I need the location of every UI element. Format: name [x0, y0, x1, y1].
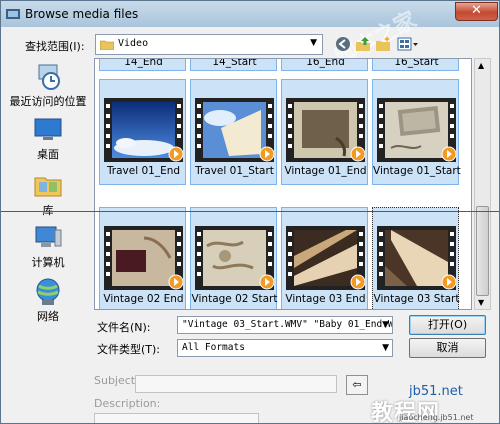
places-bar: 最近访问的位置 桌面 库 计算机 网络 [4, 58, 92, 333]
chevron-down-icon: ▼ [382, 343, 389, 353]
place-label: 网络 [37, 310, 59, 323]
place-desktop[interactable]: 桌面 [4, 116, 92, 162]
description-field[interactable] [94, 413, 259, 423]
subject-field[interactable] [135, 375, 337, 393]
place-computer[interactable]: 计算机 [4, 224, 92, 270]
file-tile[interactable]: 14_End [99, 59, 186, 71]
filetype-select[interactable]: All Formats ▼ [177, 339, 393, 357]
place-label: 库 [4, 202, 92, 218]
window-title: Browse media files [25, 7, 139, 21]
network-icon [36, 278, 60, 305]
file-tile[interactable]: Vintage 02 End [99, 207, 186, 309]
lookin-dropdown[interactable]: Video ▼ [95, 34, 323, 55]
app-icon [6, 9, 20, 19]
browse-media-dialog: Browse media files ✕ 脚本之家 查找范围(I): Video… [0, 0, 500, 424]
video-thumbnail [286, 98, 365, 162]
place-label: 桌面 [37, 148, 59, 161]
filetype-label: 文件类型(T): [97, 343, 161, 356]
file-name: Vintage 03 Start [373, 293, 460, 305]
recent-places-icon [38, 64, 60, 90]
place-label: 计算机 [31, 256, 65, 269]
guide-line [1, 211, 499, 212]
back-icon[interactable] [335, 36, 351, 52]
place-network[interactable]: 网络 [4, 276, 92, 324]
filename-field[interactable]: "Vintage 03_Start.WMV" "Baby 01_End.W ▼ [177, 316, 393, 334]
title-bar[interactable]: Browse media files ✕ [1, 1, 499, 27]
chevron-down-icon[interactable]: ▼ [382, 317, 389, 333]
file-name: Vintage 03 End [285, 293, 366, 305]
file-name: Vintage 02 End [103, 293, 184, 305]
close-button[interactable]: ✕ [455, 2, 498, 21]
subject-label: Subject: [94, 374, 139, 387]
chevron-down-icon: ▼ [310, 38, 317, 48]
file-tile[interactable]: Vintage 01_Start [372, 79, 461, 185]
file-name: Travel 01_Start [195, 165, 274, 177]
video-thumbnail [104, 98, 183, 162]
file-tile[interactable]: Travel 01_End [99, 79, 186, 185]
computer-icon [35, 226, 62, 247]
filename-label: 文件名(N): [97, 321, 151, 334]
new-folder-icon[interactable] [375, 36, 391, 52]
file-name: Travel 01_End [106, 165, 181, 177]
file-tile[interactable]: 14_Start [190, 59, 277, 71]
close-icon: ✕ [471, 3, 482, 18]
folder-icon [100, 40, 114, 50]
file-tile[interactable]: 16_Start [372, 59, 459, 71]
arrow-left-icon: ⇦ [352, 378, 362, 391]
filetype-value: All Formats [182, 342, 245, 353]
place-recent[interactable]: 最近访问的位置 [4, 61, 92, 109]
vertical-scrollbar[interactable]: ▲ ▼ [474, 58, 491, 310]
lookin-label: 查找范围(I): [25, 40, 85, 53]
video-thumbnail [377, 226, 456, 290]
file-tile[interactable]: 16_End [281, 59, 368, 71]
file-name: Vintage 01_End [284, 165, 367, 177]
up-folder-icon[interactable] [355, 36, 371, 52]
file-tile[interactable]: Vintage 02 Start [190, 207, 278, 309]
filename-value: "Vintage 03_Start.WMV" "Baby 01_End.W [182, 319, 393, 330]
scrollbar-thumb[interactable] [476, 206, 489, 296]
desktop-icon [34, 118, 62, 140]
description-label: Description: [94, 397, 161, 410]
back-arrow-button[interactable]: ⇦ [346, 375, 368, 395]
video-thumbnail [286, 226, 365, 290]
cancel-button[interactable]: 取消 [409, 338, 486, 358]
place-label: 最近访问的位置 [9, 95, 87, 108]
file-name: Vintage 02 Start [191, 293, 278, 305]
open-button[interactable]: 打开(O) [409, 315, 486, 335]
scroll-up-icon[interactable]: ▲ [478, 61, 484, 70]
watermark-url: jiaocheng.jb51.net [399, 413, 474, 422]
view-menu-icon[interactable] [397, 36, 419, 52]
file-tile[interactable]: Vintage 01_End [281, 79, 368, 185]
lookin-value: Video [118, 38, 149, 49]
file-tile[interactable]: Vintage 03 Start [372, 207, 460, 309]
file-name: Vintage 01_Start [373, 165, 461, 177]
file-list[interactable]: 14_End 14_Start 16_End 16_Start Travel 0… [94, 58, 472, 310]
libraries-icon [34, 177, 62, 197]
scroll-down-icon[interactable]: ▼ [478, 298, 484, 307]
file-tile[interactable]: Vintage 03 End [281, 207, 368, 309]
file-tile[interactable]: Travel 01_Start [190, 79, 277, 185]
video-thumbnail [195, 226, 274, 290]
video-thumbnail [195, 98, 274, 162]
video-thumbnail [104, 226, 183, 290]
video-thumbnail [377, 98, 456, 162]
